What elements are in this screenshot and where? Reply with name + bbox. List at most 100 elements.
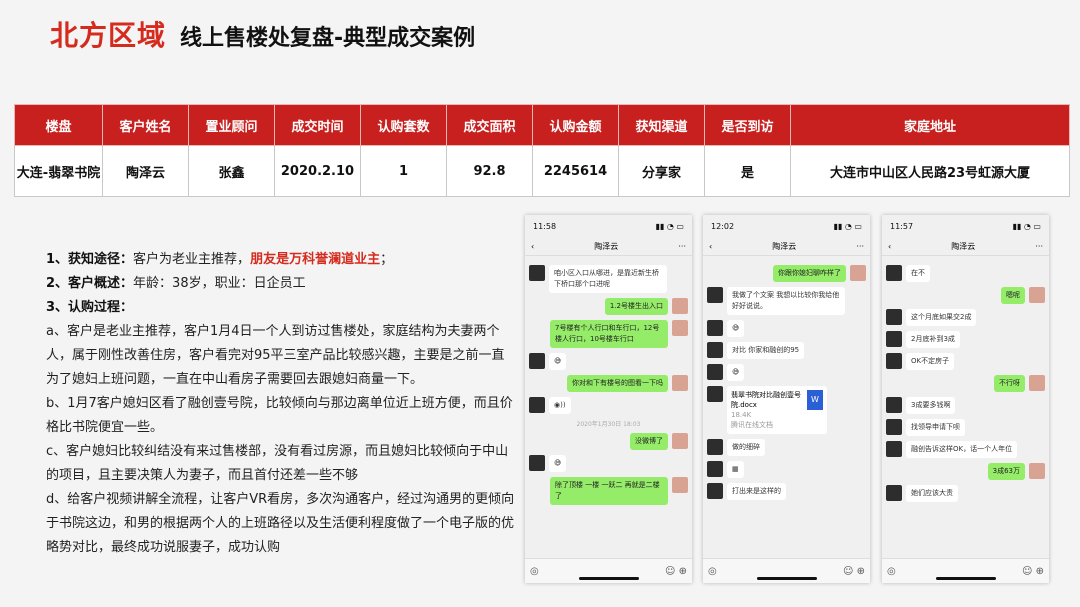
emoji-button-icon[interactable]: ☺ ⊕ bbox=[1022, 566, 1044, 577]
note-para-b: b、1月7客户媳妇区看了融创壹号院，比较倾向与那边离单位近上班方便，而且价格比书… bbox=[46, 396, 513, 435]
table-cell: 1 bbox=[360, 145, 447, 197]
chat-header: ‹ 陶泽云 ··· bbox=[882, 237, 1049, 256]
note-highlight: 朋友是万科誉澜道业主 bbox=[250, 252, 381, 267]
col-header: 是否到访 bbox=[704, 104, 791, 146]
chat-header: ‹ 陶泽云 ··· bbox=[525, 237, 692, 256]
image-placeholder: ▦ bbox=[727, 461, 744, 478]
chat-message: 嗯呢 bbox=[886, 287, 1045, 304]
voice-input-icon[interactable]: ◎ bbox=[887, 566, 896, 577]
status-bar: 11:57 ▮▮ ◔ ▭ bbox=[882, 215, 1049, 237]
chat-contact-name: 陶泽云 bbox=[951, 241, 976, 251]
chat-message: 3成63万 bbox=[886, 463, 1045, 480]
avatar bbox=[529, 353, 545, 369]
status-time: 11:58 bbox=[533, 221, 557, 231]
emoji-button-icon[interactable]: ☺ ⊕ bbox=[843, 566, 865, 577]
avatar bbox=[886, 419, 902, 435]
note-para-c: c、客户媳妇比较纠结没有来过售楼部，没有看过房源，而且媳妇比较倾向于中山的项目，… bbox=[46, 444, 509, 483]
region-title: 北方区域 bbox=[50, 19, 167, 52]
back-icon[interactable]: ‹ bbox=[531, 242, 534, 251]
table-cell: 大连市中山区人民路23号虹源大厦 bbox=[790, 145, 1070, 197]
file-attachment[interactable]: 翡翠书院对比融创壹号院.docx 18.4K 腾讯在线文档 W bbox=[727, 386, 827, 434]
chat-message: 在不 bbox=[886, 265, 1045, 282]
note-label: 1、获知途径： bbox=[46, 252, 134, 267]
col-header: 成交面积 bbox=[446, 104, 533, 146]
col-header: 获知渠道 bbox=[618, 104, 705, 146]
home-indicator bbox=[578, 577, 639, 580]
status-time: 12:02 bbox=[711, 221, 735, 231]
avatar bbox=[886, 397, 902, 413]
more-icon[interactable]: ··· bbox=[678, 242, 686, 251]
chat-message: 翡翠书院对比融创壹号院.docx 18.4K 腾讯在线文档 W bbox=[707, 386, 866, 434]
table-cell: 2245614 bbox=[532, 145, 619, 197]
word-doc-icon: W bbox=[807, 390, 823, 410]
avatar bbox=[707, 386, 723, 402]
home-indicator bbox=[756, 577, 817, 580]
table-cell: 92.8 bbox=[446, 145, 533, 197]
col-header: 家庭地址 bbox=[790, 104, 1070, 146]
note-para-d: d、给客户视频讲解全流程，让客户VR看房，多次沟通客户，经过沟通男的更倾向于书院… bbox=[46, 492, 515, 555]
chat-contact-name: 陶泽云 bbox=[594, 241, 619, 251]
table-cell: 是 bbox=[704, 145, 791, 197]
avatar bbox=[672, 320, 688, 336]
emoji-button-icon[interactable]: ☺ ⊕ bbox=[665, 566, 687, 577]
note-label: 3、认购过程： bbox=[46, 300, 134, 315]
chat-message: 不行呀 bbox=[886, 375, 1045, 392]
chat-message: 打出来是这样的 bbox=[707, 483, 866, 500]
avatar bbox=[1029, 463, 1045, 479]
chat-screenshot-1: 11:58 ▮▮ ◔ ▭ ‹ 陶泽云 ··· 咱小区入口从哪进，是靠近新生桥下桥口那个… bbox=[525, 215, 692, 583]
more-icon[interactable]: ··· bbox=[1035, 242, 1043, 251]
table-row: 大连-翡翠书院 陶泽云 张鑫 2020.2.10 1 92.8 2245614 … bbox=[14, 145, 1070, 197]
col-header: 认购金额 bbox=[532, 104, 619, 146]
emoji-icon: 😅 bbox=[727, 364, 745, 381]
back-icon[interactable]: ‹ bbox=[709, 242, 712, 251]
chat-message: 这个月底如果交2成 bbox=[886, 309, 1045, 326]
avatar bbox=[886, 265, 902, 281]
chat-message: 2月底补到3成 bbox=[886, 331, 1045, 348]
note-label: 2、客户概述： bbox=[46, 276, 134, 291]
subtitle: 线上售楼处复盘-典型成交案例 bbox=[180, 26, 476, 51]
note-text: ； bbox=[380, 252, 394, 267]
avatar bbox=[886, 441, 902, 457]
back-icon[interactable]: ‹ bbox=[888, 242, 891, 251]
avatar bbox=[707, 364, 723, 380]
avatar bbox=[1029, 287, 1045, 303]
chat-message: ◉)) bbox=[529, 397, 688, 414]
table-cell: 分享家 bbox=[618, 145, 705, 197]
signal-icon: ▮▮ ◔ ▭ bbox=[833, 221, 862, 231]
voice-input-icon[interactable]: ◎ bbox=[530, 566, 539, 577]
home-indicator bbox=[935, 577, 996, 580]
chat-message: 😅 bbox=[707, 364, 866, 381]
avatar bbox=[529, 265, 545, 281]
table-cell: 陶泽云 bbox=[102, 145, 189, 197]
table-cell: 大连-翡翠书院 bbox=[14, 145, 103, 197]
note-line-1: 1、获知途径：客户为老业主推荐，朋友是万科誉澜道业主； bbox=[46, 248, 516, 272]
chat-message: 😅 bbox=[529, 455, 688, 472]
chat-message: 对比 你家和融创的95 bbox=[707, 342, 866, 359]
chat-message: 除了顶楼 一楼 一跃二 再就是二楼了 bbox=[529, 477, 688, 505]
avatar bbox=[886, 331, 902, 347]
status-bar: 11:58 ▮▮ ◔ ▭ bbox=[525, 215, 692, 237]
page-title: 北方区域 线上售楼处复盘-典型成交案例 bbox=[50, 18, 475, 54]
voice-input-icon[interactable]: ◎ bbox=[708, 566, 717, 577]
chat-message: 你对和下有楼号的图看一下吗 bbox=[529, 375, 688, 392]
col-header: 楼盘 bbox=[14, 104, 103, 146]
emoji-icon: 😅 bbox=[727, 320, 745, 337]
chat-message: OK不定房子 bbox=[886, 353, 1045, 370]
emoji-icon: 😅 bbox=[549, 455, 567, 472]
col-header: 客户姓名 bbox=[102, 104, 189, 146]
status-time: 11:57 bbox=[890, 221, 914, 231]
avatar bbox=[529, 397, 545, 413]
col-header: 置业顾问 bbox=[188, 104, 275, 146]
chat-message: 没微博了 bbox=[529, 433, 688, 450]
note-text: 客户为老业主推荐， bbox=[133, 252, 251, 267]
chat-message: 做的细碎 bbox=[707, 439, 866, 456]
avatar bbox=[707, 287, 723, 303]
chat-timestamp: 2020年1月30日 18:03 bbox=[576, 421, 641, 428]
chat-message: 融创告诉这样OK，话一个人年位 bbox=[886, 441, 1045, 458]
signal-icon: ▮▮ ◔ ▭ bbox=[655, 221, 684, 231]
chat-message: 3成要多钱啊 bbox=[886, 397, 1045, 414]
chat-contact-name: 陶泽云 bbox=[772, 241, 797, 251]
case-notes: 1、获知途径：客户为老业主推荐，朋友是万科誉澜道业主； 2、客户概述：年龄：38… bbox=[46, 248, 516, 560]
more-icon[interactable]: ··· bbox=[856, 242, 864, 251]
note-para-a: a、客户是老业主推荐，客户1月4日一个人到访过售楼处，家庭结构为夫妻两个人，属于… bbox=[46, 324, 505, 387]
